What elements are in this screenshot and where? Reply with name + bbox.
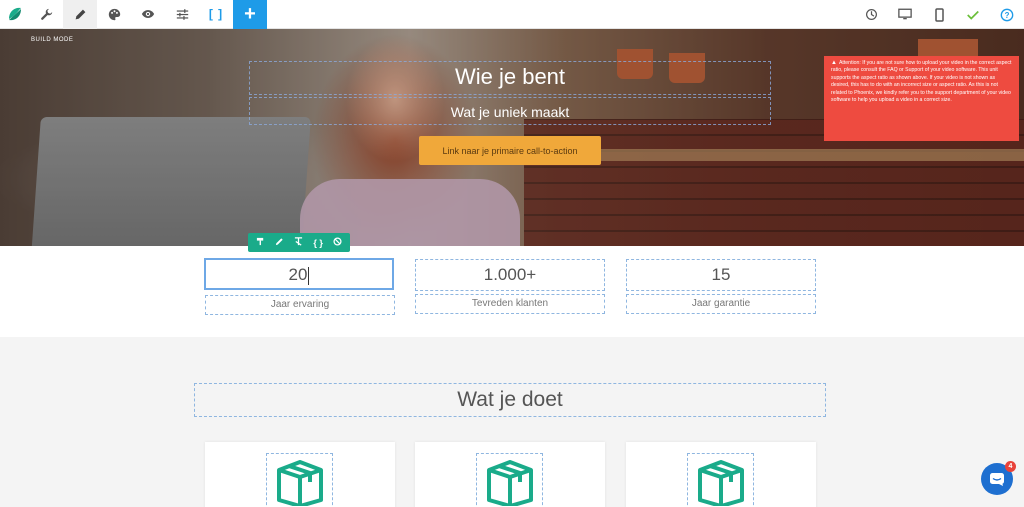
stat-label-1[interactable]: Jaar ervaring: [205, 295, 395, 315]
add-block-button[interactable]: +: [233, 0, 267, 29]
service-card-2[interactable]: [415, 442, 605, 507]
svg-text:?: ?: [1005, 11, 1010, 20]
services-title[interactable]: Wat je doet: [194, 383, 826, 417]
box-icon: [276, 460, 323, 506]
toolbar-right: ?: [854, 0, 1024, 29]
clear-format-icon[interactable]: [290, 237, 308, 248]
service-card-3[interactable]: [626, 442, 816, 507]
icon-box[interactable]: [266, 453, 333, 507]
phoenix-logo[interactable]: [0, 0, 29, 29]
eye-icon[interactable]: [131, 0, 165, 29]
chat-badge: 4: [1005, 461, 1016, 472]
cta-button[interactable]: Link naar je primaire call-to-action: [419, 136, 601, 165]
chat-icon: [990, 472, 1004, 486]
warning-text: Attention: If you are not sure how to up…: [831, 60, 1012, 104]
brackets-button[interactable]: [ ]: [199, 0, 233, 29]
stat-label-3[interactable]: Jaar garantie: [626, 294, 816, 314]
check-icon[interactable]: [956, 0, 990, 29]
hero-subtitle[interactable]: Wat je uniek maakt: [249, 104, 771, 120]
stats-section: 20 Jaar ervaring 1.000+ Tevreden klanten…: [0, 246, 1024, 337]
stat-label-2[interactable]: Tevreden klanten: [415, 294, 605, 314]
stat-value-text: 20: [288, 265, 308, 284]
sliders-icon[interactable]: [165, 0, 199, 29]
text-caret: [308, 266, 310, 285]
icon-box[interactable]: [687, 453, 754, 507]
block-icon[interactable]: [328, 237, 346, 248]
mobile-icon[interactable]: [922, 0, 956, 29]
services-section: Wat je doet: [0, 337, 1024, 507]
element-edit-toolbar: { }: [248, 233, 350, 252]
hero-title[interactable]: Wie je bent: [249, 64, 771, 90]
build-mode-label: BUILD MODE: [31, 37, 74, 43]
paint-roller-icon[interactable]: [252, 237, 270, 248]
warning-icon: ▲: [831, 60, 837, 66]
stat-value-3[interactable]: 15: [626, 259, 816, 291]
stat-value-1[interactable]: 20: [204, 258, 394, 290]
help-icon[interactable]: ?: [990, 0, 1024, 29]
icon-box[interactable]: [476, 453, 543, 507]
settings-wrench-icon[interactable]: [29, 0, 63, 29]
stat-value-2[interactable]: 1.000+: [415, 259, 605, 291]
pencil-icon[interactable]: [63, 0, 97, 29]
service-card-1[interactable]: [205, 442, 395, 507]
box-icon: [486, 460, 533, 506]
code-braces-icon[interactable]: { }: [309, 238, 327, 248]
video-aspect-warning: ▲ Attention: If you are not sure how to u…: [824, 56, 1019, 141]
history-icon[interactable]: [854, 0, 888, 29]
desktop-icon[interactable]: [888, 0, 922, 29]
palette-icon[interactable]: [97, 0, 131, 29]
box-icon: [697, 460, 744, 506]
pencil-icon[interactable]: [271, 237, 289, 248]
top-toolbar: [ ] + ?: [0, 0, 1024, 29]
